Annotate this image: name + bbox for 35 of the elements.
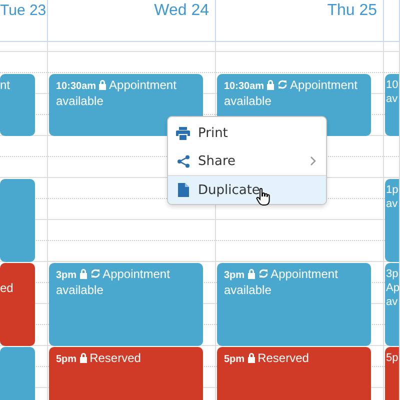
event-text: ed xyxy=(0,281,14,295)
calendar-event[interactable]: 5p xyxy=(385,347,399,400)
calendar-event[interactable] xyxy=(0,179,35,262)
event-text: 10:30am Appointment available xyxy=(56,78,178,108)
calendar-event[interactable]: 3pm Appointment available xyxy=(217,263,371,346)
day-header: Thu 25 xyxy=(327,2,377,20)
day-header: Tue 23 xyxy=(0,2,46,19)
event-text: 3pm Appointment available xyxy=(224,267,339,297)
calendar-event[interactable]: 1p av xyxy=(385,179,399,262)
menu-item[interactable]: Share xyxy=(168,147,326,175)
event-text: Ap xyxy=(386,281,399,295)
document-icon xyxy=(178,183,188,197)
event-text: av xyxy=(386,92,399,106)
event-text: 10:30am Appointment available xyxy=(224,78,358,108)
event-text: 5pm Reserved xyxy=(56,351,142,367)
event-text: av xyxy=(386,295,399,309)
calendar-event[interactable]: 5pm Reserved xyxy=(49,347,203,400)
menu-item[interactable]: Duplicate xyxy=(168,175,326,204)
day-header: Wed 24 xyxy=(154,2,209,20)
event-text: av xyxy=(386,197,399,211)
event-text: 5p xyxy=(386,351,399,365)
calendar-event[interactable]: 10 av xyxy=(385,74,399,136)
calendar-event[interactable]: 3p Ap av xyxy=(385,263,399,346)
calendar-event[interactable]: nt xyxy=(0,74,35,136)
event-text: 1p xyxy=(386,183,399,197)
calendar-event[interactable]: 5pm Reserved xyxy=(217,347,371,400)
event-text: 10 xyxy=(386,78,399,92)
calendar-event[interactable]: 3pm Appointment available xyxy=(49,263,203,346)
event-text: 3pm Appointment available xyxy=(56,267,171,297)
calendar-event[interactable]: ed xyxy=(0,263,35,346)
event-text: 5pm Reserved xyxy=(224,351,310,367)
event-text: 3p xyxy=(386,267,399,281)
event-text: nt xyxy=(0,78,12,92)
share-icon xyxy=(176,154,190,168)
printer-icon xyxy=(176,126,190,140)
